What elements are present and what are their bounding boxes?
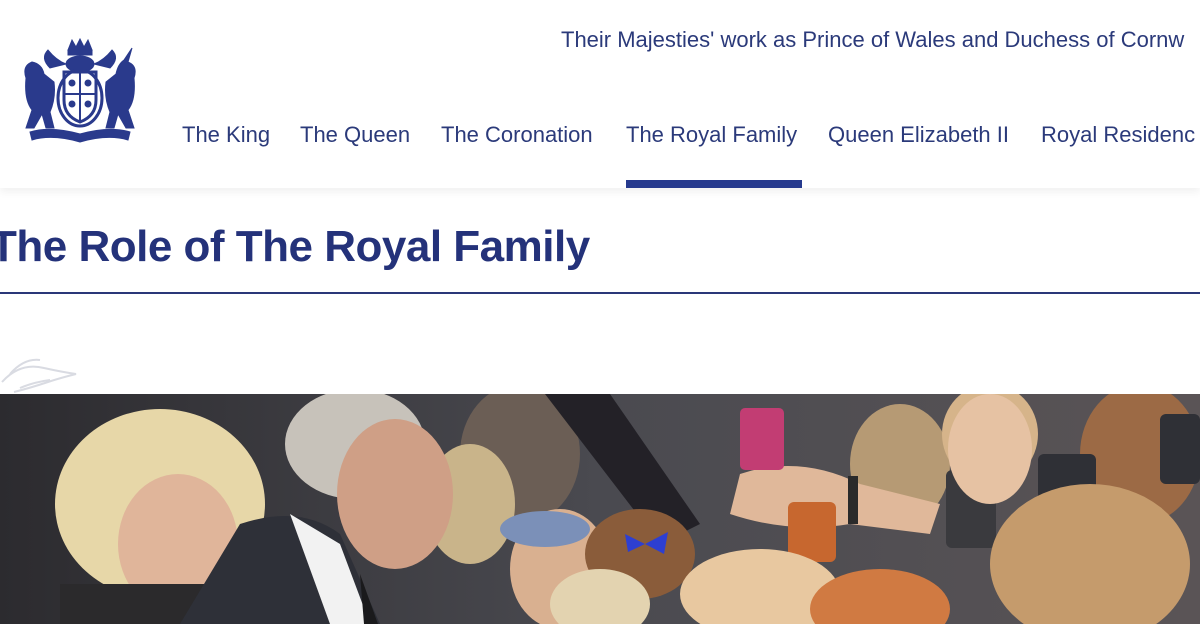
title-divider	[0, 292, 1200, 294]
active-nav-indicator	[626, 180, 802, 188]
page-title: The Role of The Royal Family	[0, 222, 590, 271]
nav-item-queen-elizabeth-ii[interactable]: Queen Elizabeth II	[828, 122, 1009, 148]
pegasus-watermark-icon	[0, 352, 80, 398]
nav-item-the-king[interactable]: The King	[182, 122, 270, 148]
nav-item-the-queen[interactable]: The Queen	[300, 122, 410, 148]
nav-item-the-royal-family[interactable]: The Royal Family	[626, 122, 797, 148]
royal-crowd-photo	[0, 394, 1200, 624]
nav-item-the-coronation[interactable]: The Coronation	[441, 122, 593, 148]
site-header: Their Majesties' work as Prince of Wales…	[0, 0, 1200, 188]
main-navigation: The King The Queen The Coronation The Ro…	[0, 0, 1200, 188]
nav-item-royal-residences[interactable]: Royal Residenc	[1041, 122, 1195, 148]
